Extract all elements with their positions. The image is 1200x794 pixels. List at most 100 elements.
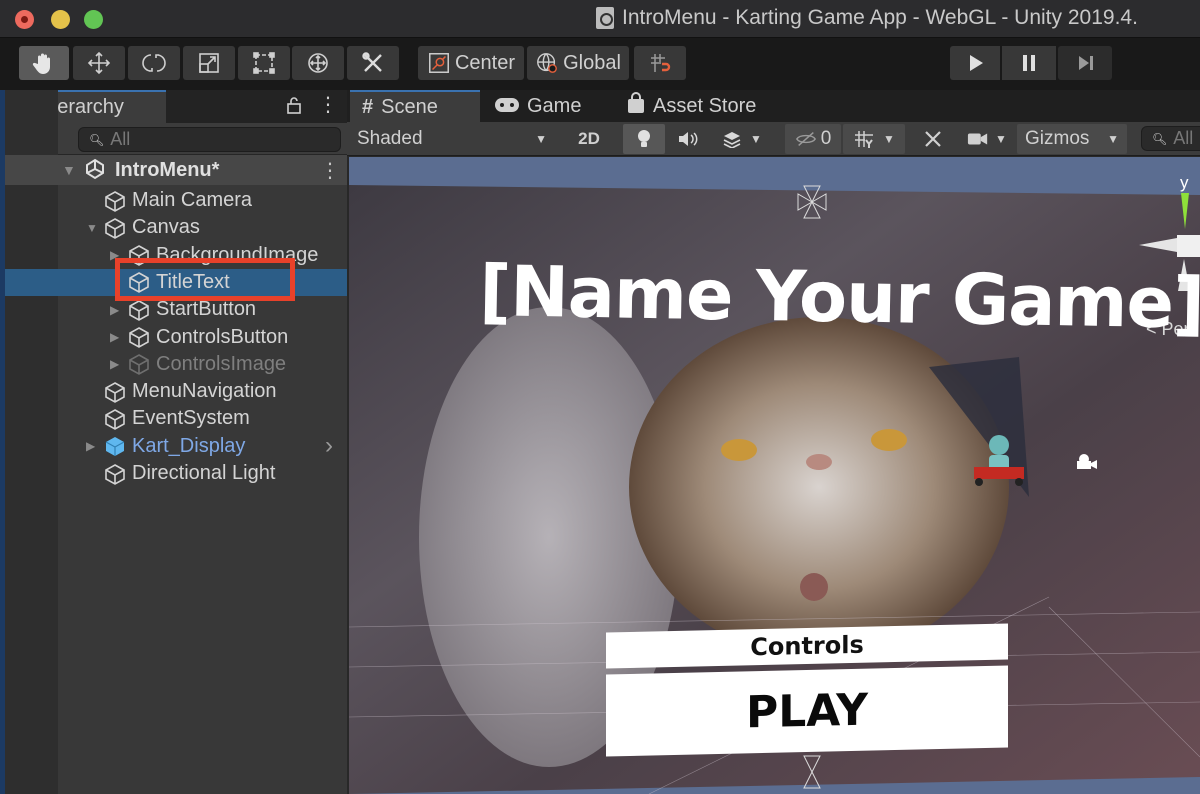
expand-arrow-icon[interactable]: ▼	[62, 162, 76, 178]
shopping-bag-icon	[627, 92, 645, 120]
hierarchy-item[interactable]: ▶ ControlsButton	[0, 324, 347, 351]
hierarchy-item[interactable]: ▶ Kart_Display ›	[0, 432, 347, 460]
hand-tool-button[interactable]	[19, 46, 69, 80]
scene-options-icon[interactable]: ⋮	[320, 158, 340, 183]
expand-arrow-icon[interactable]: ▶	[110, 330, 122, 344]
title-text[interactable]: [Name Your Game]	[479, 250, 1200, 345]
scene-search-placeholder: All	[1173, 128, 1194, 148]
play-button[interactable]	[950, 46, 1000, 80]
transform-icon	[308, 53, 328, 73]
gameobject-cube-icon	[105, 217, 125, 239]
tab-scene[interactable]: # Scene	[350, 90, 480, 122]
pause-icon	[1023, 55, 1035, 71]
hierarchy-item[interactable]: ▶ BackgroundImage	[0, 242, 347, 269]
tab-asset-store-label: Asset Store	[653, 94, 757, 117]
gameobject-cube-icon	[105, 463, 125, 485]
close-window-button[interactable]	[15, 10, 34, 29]
scale-icon	[199, 53, 219, 73]
expand-arrow-icon[interactable]: ▶	[110, 357, 122, 371]
hierarchy-item[interactable]: ▶ ControlsImage	[0, 351, 347, 378]
hierarchy-item-label: Kart_Display	[132, 434, 246, 457]
play-game-button[interactable]: PLAY	[606, 665, 1008, 757]
hierarchy-item[interactable]: MenuNavigation	[0, 378, 347, 405]
move-tool-button[interactable]	[73, 46, 125, 80]
speaker-icon	[679, 132, 698, 146]
rect-tool-button[interactable]	[238, 46, 290, 80]
grid-toggle-dropdown[interactable]: ▼	[843, 124, 905, 154]
grid-snap-button[interactable]	[634, 46, 686, 80]
lighting-toggle[interactable]	[623, 124, 665, 154]
scene-visibility-toggle[interactable]: 0	[785, 124, 841, 154]
gamepad-icon	[495, 95, 519, 118]
scene-search-input[interactable]: 🔍︎ All	[1141, 126, 1200, 151]
audio-toggle[interactable]	[667, 124, 709, 154]
minimize-window-button[interactable]	[51, 10, 70, 29]
gizmos-dropdown[interactable]: Gizmos ▼	[1017, 124, 1127, 154]
rotate-icon	[142, 54, 166, 72]
main-toolbar: Center Global	[0, 38, 1200, 90]
hierarchy-item[interactable]: TitleText	[0, 268, 347, 296]
scene-tabbar: # Scene Game Asset Store	[347, 90, 1200, 122]
more-options-icon[interactable]: ⋮	[318, 95, 338, 115]
custom-tool-button[interactable]	[347, 46, 399, 80]
gameobject-cube-icon	[129, 327, 149, 348]
cat-nose	[806, 454, 832, 470]
2d-mode-toggle[interactable]: 2D	[567, 124, 611, 154]
rect-transform-icon	[253, 52, 275, 74]
collapse-arrow-icon[interactable]: ▼	[86, 221, 98, 235]
video-camera-icon	[967, 133, 988, 145]
hierarchy-item[interactable]: EventSystem	[0, 405, 347, 432]
search-icon: 🔍︎	[1152, 131, 1168, 146]
lightbulb-icon	[638, 130, 650, 147]
hand-icon	[32, 53, 50, 74]
zoom-window-button[interactable]	[84, 10, 103, 29]
chevron-down-icon: ▼	[535, 132, 547, 146]
pause-button[interactable]	[1002, 46, 1056, 80]
2d-mode-label: 2D	[578, 129, 600, 148]
scene-header-row[interactable]: ▼ IntroMenu* ⋮	[0, 155, 347, 185]
hierarchy-item[interactable]: Main Camera	[0, 187, 347, 214]
chevron-down-icon: ▼	[1107, 132, 1119, 146]
pivot-rotation-button[interactable]: Global	[527, 46, 629, 80]
hierarchy-panel: ☰ Hierarchy ⋮ + ▼ 🔍︎ All ▼ IntroMenu* ⋮ …	[0, 90, 347, 794]
hierarchy-item[interactable]: ▶ StartButton	[0, 296, 347, 323]
chevron-down-icon: ▼	[995, 132, 1007, 146]
expand-arrow-icon[interactable]: ▶	[110, 248, 122, 262]
lock-icon[interactable]	[287, 96, 301, 114]
rotate-tool-button[interactable]	[128, 46, 180, 80]
transform-tool-button[interactable]	[292, 46, 344, 80]
tab-game-label: Game	[527, 94, 582, 117]
expand-arrow-icon[interactable]: ▶	[86, 439, 98, 453]
pivot-mode-button[interactable]: Center	[418, 46, 524, 80]
hierarchy-item[interactable]: Directional Light	[0, 460, 347, 487]
scale-tool-button[interactable]	[183, 46, 235, 80]
search-placeholder: All	[110, 129, 131, 149]
tools-icon	[925, 131, 941, 147]
tools-icon	[362, 52, 382, 72]
component-tools-button[interactable]	[911, 124, 955, 154]
cat-tag	[800, 573, 828, 601]
hierarchy-search-input[interactable]: 🔍︎ All	[78, 127, 341, 152]
open-prefab-chevron-icon[interactable]: ›	[325, 432, 333, 460]
tab-asset-store[interactable]: Asset Store	[615, 90, 775, 122]
camera-settings-dropdown[interactable]: ▼	[959, 124, 1015, 154]
gameobject-cube-icon	[105, 190, 125, 212]
expand-arrow-icon[interactable]: ▶	[110, 303, 122, 317]
controls-button-label: Controls	[750, 630, 864, 662]
tab-game[interactable]: Game	[483, 90, 603, 122]
gameobject-cube-icon	[105, 408, 125, 430]
move-arrows-icon	[87, 51, 111, 75]
scene-name: IntroMenu*	[115, 158, 220, 181]
effects-dropdown[interactable]: ▼	[711, 124, 773, 154]
shading-mode-dropdown[interactable]: Shaded ▼	[349, 124, 555, 154]
pivot-mode-label: Center	[454, 51, 516, 74]
hierarchy-item[interactable]: ▼ Canvas	[0, 214, 347, 241]
window-titlebar: IntroMenu - Karting Game App - WebGL - U…	[0, 0, 1200, 38]
step-button[interactable]	[1058, 46, 1112, 80]
hierarchy-item-label: BackgroundImage	[156, 243, 319, 266]
effects-layers-icon	[723, 132, 741, 148]
